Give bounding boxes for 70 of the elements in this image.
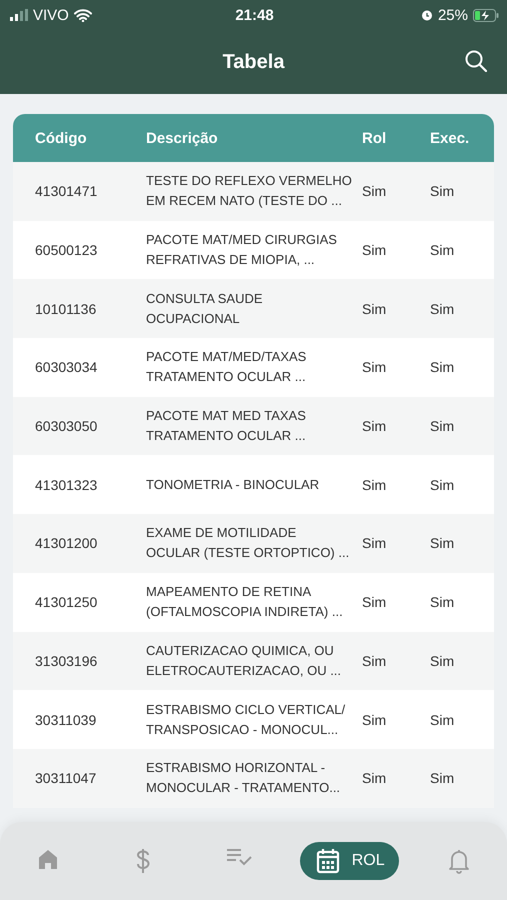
column-header: Código [35, 130, 88, 146]
table-row[interactable]: 60303050 PACOTE MAT MED TAXAS TRATAMENTO OCULAR ... Sim Sim [13, 396, 494, 456]
description-cell-text: EXAME DE MOTILIDADE OCULAR (TESTE ORTOPTICO) ... [146, 524, 350, 562]
column-header: Rol [362, 130, 388, 146]
exec-cell-text: Sim [430, 242, 456, 258]
table-row[interactable]: 10101136 CONSULTA SAUDE OCUPACIONAL Sim Sim [13, 279, 494, 338]
rol-cell-text: Sim [362, 476, 388, 493]
rol-cell-text: Sim [362, 183, 388, 200]
rol-cell-text: Sim [362, 418, 388, 434]
alarm-icon [420, 9, 433, 21]
description-cell-text: TESTE DO REFLEXO VERMELHO EM RECEM NATO (TESTE DO ... [146, 172, 353, 210]
description-cell-text: CONSULTA SAUDE OCUPACIONAL [146, 290, 264, 328]
search-icon[interactable] [465, 50, 487, 72]
exec-cell-text: Sim [430, 418, 456, 434]
code-cell-text: 30311039 [35, 712, 98, 728]
description-cell-text: PACOTE MAT/MED CIRURGIAS REFRATIVAS DE MIOPIA, ... [146, 231, 338, 270]
home-icon [36, 848, 59, 870]
code-cell-text: 41301323 [35, 476, 98, 493]
exec-cell-text: Sim [430, 594, 456, 610]
description-cell-text: TONOMETRIA - BINOCULAR [146, 476, 320, 494]
code-cell-text: 60500123 [35, 242, 98, 258]
bell-icon [448, 848, 470, 874]
exec-cell-text: Sim [430, 476, 456, 493]
rol-cell-text: Sim [362, 300, 388, 317]
battery-charging-icon [473, 8, 499, 22]
exec-cell-text: Sim [430, 770, 456, 786]
calendar-icon [316, 848, 340, 874]
code-cell-text: 60303050 [35, 418, 98, 434]
status-time: 21:48 [235, 6, 274, 24]
exec-cell-text: Sim [430, 712, 456, 728]
description-cell-text: PACOTE MAT/MED/TAXAS TRATAMENTO OCULAR ... [146, 348, 308, 386]
table-row[interactable]: 60500123 PACOTE MAT/MED CIRURGIAS REFRATIVAS DE MIOPIA, ... Sim Sim [13, 220, 494, 280]
rol-cell-text: Sim [362, 242, 388, 258]
exec-cell-text: Sim [430, 652, 456, 669]
table-row[interactable]: 41301200 EXAME DE MOTILIDADE OCULAR (TESTE ORTOPTICO) ... Sim Sim [13, 514, 494, 573]
code-cell-text: 60303034 [35, 359, 98, 376]
table-row[interactable]: 30311047 ESTRABISMO HORIZONTAL - MONOCULAR - TRATAMENTO... Sim Sim [13, 748, 494, 808]
code-cell-text: 41301471 [35, 183, 98, 200]
table-row[interactable]: 31303196 CAUTERIZACAO QUIMICA, OU ELETROCAUTERIZACAO, OU ... Sim Sim [13, 632, 494, 690]
description-cell-text: CAUTERIZACAO QUIMICA, OU ELETROCAUTERIZACAO, OU ... [146, 642, 342, 680]
rol-cell-text: Sim [362, 594, 388, 610]
rol-cell-text: Sim [362, 712, 388, 728]
exec-cell-text: Sim [430, 300, 456, 317]
exec-cell-text: Sim [430, 183, 456, 200]
code-cell-text: 41301250 [35, 594, 98, 610]
table-row[interactable]: 41301471 TESTE DO REFLEXO VERMELHO EM RECEM NATO (TESTE DO ... Sim Sim [13, 162, 494, 221]
description-cell-text: PACOTE MAT MED TAXAS TRATAMENTO OCULAR ... [146, 407, 307, 446]
page-title: Tabela [222, 50, 284, 74]
carrier-name: VIVO [33, 6, 69, 24]
checklist-icon [226, 848, 252, 866]
battery-percent: 25% [438, 6, 468, 24]
description-cell-text: ESTRABISMO CICLO VERTICAL/ TRANSPOSICAO - MONOCUL... [146, 700, 346, 739]
signal-icon [10, 9, 28, 21]
exec-cell-text: Sim [430, 359, 456, 376]
dollar-icon [135, 848, 152, 874]
code-cell-text: 30311047 [35, 770, 98, 786]
rol-cell-text: Sim [362, 770, 388, 786]
description-cell-text: MAPEAMENTO DE RETINA (OFTALMOSCOPIA INDIRETA) ... [146, 583, 344, 622]
nav-tab[interactable]: ROL [300, 842, 399, 880]
code-cell-text: 31303196 [35, 652, 98, 669]
rol-cell-text: Sim [362, 535, 388, 552]
code-cell-text: 10101136 [35, 300, 98, 317]
description-cell-text: ESTRABISMO HORIZONTAL - MONOCULAR - TRATAMENTO... [146, 759, 342, 798]
column-header: Exec. [430, 130, 470, 146]
column-header: Descrição [146, 130, 219, 146]
exec-cell-text: Sim [430, 535, 456, 552]
wifi-icon [74, 8, 92, 22]
rol-cell-text: Sim [362, 652, 388, 669]
code-cell-text: 41301200 [35, 535, 98, 552]
rol-cell-text: Sim [362, 359, 388, 376]
